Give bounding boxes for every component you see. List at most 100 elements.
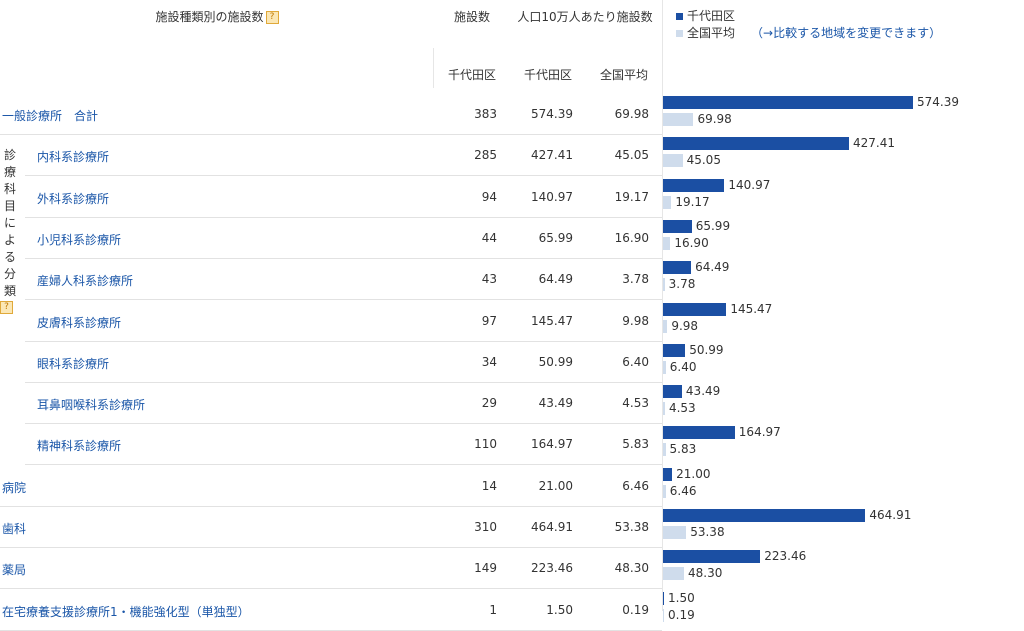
national-bar [663,278,665,291]
national-average-value: 53.38 [614,520,649,534]
table-row: 薬局 149 223.46 48.30 223.46 48.30 [0,548,1024,589]
per-capita-header: 人口10万人あたり施設数 [517,10,653,24]
region-bar [663,592,664,605]
per-capita-value: 223.46 [531,561,573,575]
national-bar-label: 19.17 [675,195,710,209]
national-bar-label: 0.19 [668,608,695,622]
region-bar-label: 145.47 [730,302,773,316]
national-bar [663,443,666,456]
sub-header-national: 全国平均 [599,68,648,82]
national-bar [663,567,685,580]
region-bar [663,137,850,150]
facility-count: 14 [481,479,497,493]
facility-type-link[interactable]: 皮膚科系診療所 [37,314,121,331]
count-header: 施設数 [453,10,490,24]
row-divider [25,464,662,465]
national-bar [663,361,666,374]
national-bar [663,402,665,415]
facility-type-link[interactable]: 小児科系診療所 [37,231,121,248]
row-divider [25,175,662,176]
facility-type-link[interactable]: 外科系診療所 [37,190,109,207]
table-row: 歯科 310 464.91 53.38 464.91 53.38 [0,507,1024,548]
table-row: 産婦人科系診療所 43 64.49 3.78 64.49 3.78 [0,259,1024,300]
region-bar-label: 464.91 [869,508,912,522]
national-average-value: 48.30 [614,561,649,575]
legend: 千代田区 全国平均 （→比較する地域を変更できます） [676,8,941,42]
region-bar-label: 50.99 [689,343,724,357]
header-divider [433,48,434,88]
facility-count: 285 [474,148,497,162]
per-capita-value: 64.49 [538,272,573,286]
sub-header-per: 千代田区 [523,68,572,82]
per-capita-value: 574.39 [531,107,573,121]
national-bar [663,237,671,250]
region-bar-label: 1.50 [668,591,695,605]
facility-type-link[interactable]: 歯科 [2,520,26,537]
national-bar [663,320,668,333]
facility-count: 34 [481,355,497,369]
help-icon[interactable]: ? [265,11,279,24]
facility-type-link[interactable]: 耳鼻咽喉科系診療所 [37,396,145,413]
per-capita-value: 164.97 [531,437,573,451]
national-bar [663,113,694,126]
facility-type-link[interactable]: 眼科系診療所 [37,355,109,372]
facility-type-link[interactable]: 内科系診療所 [37,148,109,165]
national-bar-label: 16.90 [674,236,709,250]
national-average-value: 69.98 [614,107,649,121]
national-average-value: 45.05 [614,148,649,162]
row-divider [0,588,662,589]
table-row: 精神科系診療所 110 164.97 5.83 164.97 5.83 [0,424,1024,465]
national-bar-label: 9.98 [671,319,699,333]
national-bar-label: 4.53 [668,401,696,415]
national-bar [663,196,672,209]
national-bar-label: 45.05 [686,153,721,167]
region-bar-label: 164.97 [738,425,781,439]
national-average-value: 6.46 [622,479,649,493]
facility-type-link[interactable]: 病院 [2,479,26,496]
facility-count: 1 [489,603,497,617]
table-row: 外科系診療所 94 140.97 19.17 140.97 19.17 [0,177,1024,218]
national-average-value: 5.83 [622,437,649,451]
table-title: 施設種類別の施設数? [0,8,434,25]
national-bar-label: 48.30 [688,566,723,580]
facility-count: 94 [481,190,497,204]
region-bar-label: 140.97 [728,178,771,192]
national-average-value: 19.17 [614,190,649,204]
per-capita-value: 21.00 [538,479,573,493]
change-region-link[interactable]: （→比較する地域を変更できます） [751,26,941,40]
region-bar-label: 427.41 [853,136,896,150]
per-capita-value: 464.91 [531,520,573,534]
national-average-value: 9.98 [622,314,649,328]
facility-count: 43 [481,272,497,286]
national-bar-label: 3.78 [668,277,696,291]
national-swatch-icon [676,30,683,37]
national-average-value: 0.19 [622,603,649,617]
row-divider [25,299,662,300]
table-row: 耳鼻咽喉科系診療所 29 43.49 4.53 43.49 4.53 [0,383,1024,424]
facility-type-link[interactable]: 在宅療養支援診療所1・機能強化型（単独型） [2,603,250,620]
facility-type-link[interactable]: 薬局 [2,561,26,578]
national-bar [663,154,683,167]
per-capita-value: 43.49 [538,396,573,410]
table-row: 内科系診療所 285 427.41 45.05 427.41 45.05 [0,135,1024,176]
facility-count: 149 [474,561,497,575]
facility-type-link[interactable]: 精神科系診療所 [37,437,121,454]
facility-type-link[interactable]: 産婦人科系診療所 [37,272,133,289]
national-bar-label: 6.40 [669,360,697,374]
region-bar [663,468,673,481]
table-row: 眼科系診療所 34 50.99 6.40 50.99 6.40 [0,342,1024,383]
region-bar [663,303,727,316]
per-capita-value: 140.97 [531,190,573,204]
region-bar [663,344,686,357]
national-average-value: 4.53 [622,396,649,410]
facility-type-link[interactable]: 一般診療所 合計 [2,107,98,124]
national-average-value: 16.90 [614,231,649,245]
national-bar-label: 6.46 [669,484,697,498]
region-bar [663,261,692,274]
legend-national: 全国平均 （→比較する地域を変更できます） [676,25,941,42]
national-average-value: 3.78 [622,272,649,286]
table-row: 小児科系診療所 44 65.99 16.90 65.99 16.90 [0,218,1024,259]
facility-count: 29 [481,396,497,410]
per-capita-value: 1.50 [546,603,573,617]
per-capita-value: 427.41 [531,148,573,162]
